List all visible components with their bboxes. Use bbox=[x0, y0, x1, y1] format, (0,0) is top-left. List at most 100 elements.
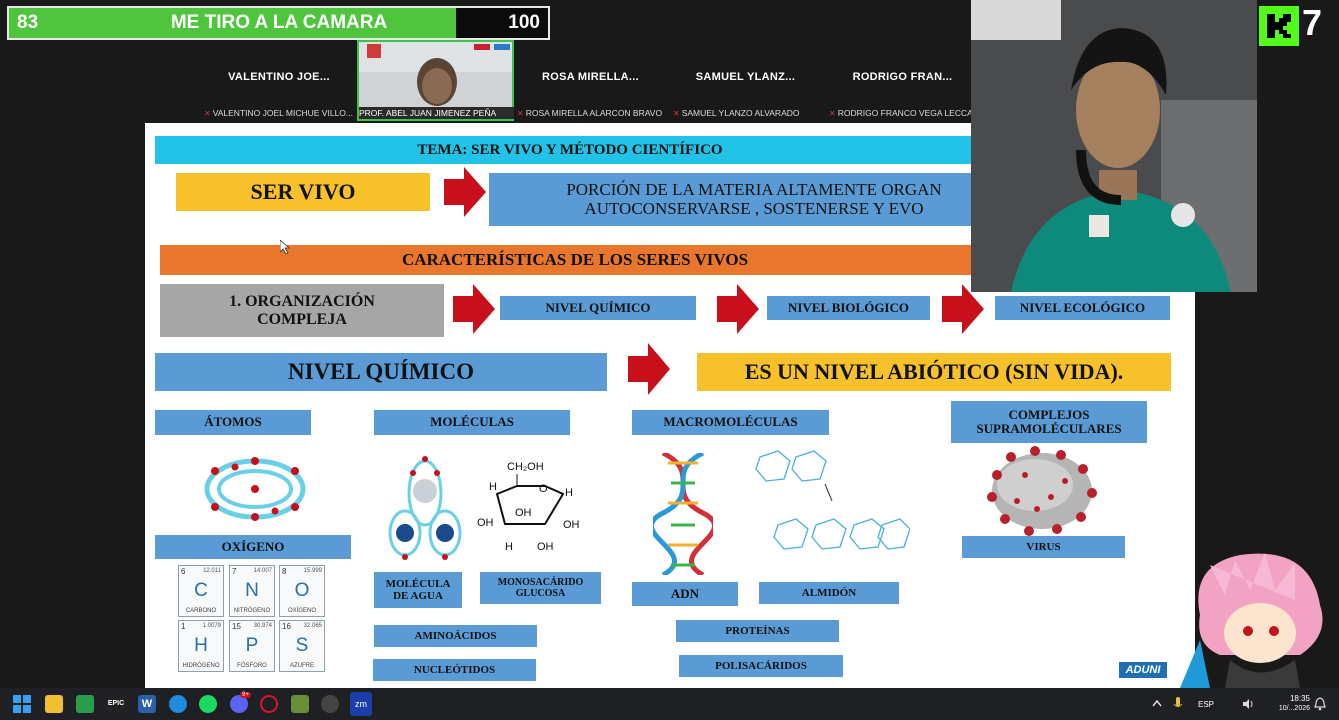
webcam-person-icon bbox=[971, 0, 1257, 292]
language-indicator[interactable]: ESP bbox=[1198, 700, 1214, 709]
atomic-number: 1 bbox=[181, 622, 186, 631]
microphone-icon[interactable] bbox=[1173, 697, 1183, 711]
edge-browser-icon[interactable] bbox=[169, 695, 187, 713]
file-explorer-icon[interactable] bbox=[45, 695, 63, 713]
element-symbol: O bbox=[294, 580, 310, 601]
monosacarido-line: MONOSACÁRIDO bbox=[497, 577, 584, 588]
element-name: NITRÓGENO bbox=[233, 608, 271, 614]
atomic-mass: 14.007 bbox=[253, 568, 272, 574]
slide-title: TEMA: SER VIVO Y MÉTODO CIENTÍFICO bbox=[155, 136, 985, 164]
windows-start-icon[interactable] bbox=[13, 695, 31, 713]
proteinas-label: PROTEÍNAS bbox=[676, 620, 839, 642]
abiotico-box: ES UN NIVEL ABIÓTICO (SIN VIDA). bbox=[697, 353, 1171, 391]
nivel-quimico-heading: NIVEL QUÍMICO bbox=[155, 353, 607, 391]
right-arrow-icon bbox=[453, 284, 495, 334]
word-icon[interactable]: W bbox=[138, 695, 156, 713]
organizacion-line: COMPLEJA bbox=[257, 310, 347, 328]
atomic-number: 7 bbox=[232, 567, 237, 576]
nivel-quimico-small: NIVEL QUÍMICO bbox=[500, 296, 696, 320]
participant-tile-name[interactable]: SAMUEL YLANZ... bbox=[683, 71, 808, 83]
right-arrow-icon bbox=[628, 343, 670, 395]
zoom-icon[interactable]: zm bbox=[350, 692, 372, 716]
progress-overlay: 83 ME TIRO A LA CAMARA 100 bbox=[7, 6, 550, 40]
opera-icon[interactable] bbox=[260, 695, 278, 713]
nivel-ecologico-box: NIVEL ECOLÓGICO bbox=[995, 296, 1170, 320]
element-tile: 7 14.007 N NITRÓGENO bbox=[229, 565, 275, 617]
chevron-up-icon[interactable] bbox=[1152, 699, 1162, 707]
element-tile: 8 15.999 O OXÍGENO bbox=[279, 565, 325, 617]
participant-label: ✕ VALENTINO JOEL MICHUE VILLO... bbox=[204, 107, 356, 119]
atomic-number: 16 bbox=[282, 622, 291, 631]
participant-full-name: RODRIGO FRANCO VEGA LECCA bbox=[837, 108, 972, 118]
atomic-mass: 15.999 bbox=[303, 568, 322, 574]
element-symbol: N bbox=[245, 580, 259, 601]
volume-icon[interactable] bbox=[1242, 698, 1254, 710]
participant-full-name: SAMUEL YLANZO ALVARADO bbox=[681, 108, 800, 118]
kick-k-icon bbox=[1267, 14, 1291, 38]
participant-label: ✕ ROSA MIRELLA ALARCON BRAVO bbox=[517, 107, 669, 119]
media-app-icon[interactable] bbox=[76, 695, 94, 713]
right-arrow-icon bbox=[717, 284, 759, 334]
participant-tile-name[interactable]: ROSA MIRELLA... bbox=[528, 71, 653, 83]
starch-structure-icon bbox=[755, 450, 910, 550]
monosacarido-line: GLUCOSA bbox=[515, 588, 566, 599]
complejos-label: COMPLEJOS SUPRAMOLÉCULARES bbox=[951, 401, 1147, 443]
obs-icon[interactable] bbox=[321, 695, 339, 713]
atomos-label: ÁTOMOS bbox=[155, 410, 311, 435]
polisacaridos-label: POLISACÁRIDOS bbox=[679, 655, 843, 677]
organizacion-box: 1. ORGANIZACIÓN COMPLEJA bbox=[160, 284, 444, 337]
element-name: CARBONO bbox=[185, 608, 217, 614]
kick-logo bbox=[1259, 6, 1299, 46]
element-symbol: P bbox=[245, 635, 259, 656]
notification-bell-icon[interactable] bbox=[1314, 697, 1326, 711]
dna-helix-icon bbox=[653, 453, 713, 575]
glucose-atom: O bbox=[539, 483, 548, 495]
glucose-atom: OH bbox=[563, 519, 580, 531]
organizacion-line: 1. ORGANIZACIÓN bbox=[229, 292, 375, 310]
minecraft-icon[interactable] bbox=[291, 695, 309, 713]
right-arrow-icon bbox=[444, 167, 486, 217]
glucose-atom: H bbox=[565, 487, 573, 499]
participant-full-name: VALENTINO JOEL MICHUE VILLO... bbox=[212, 108, 353, 118]
participant-full-name: ROSA MIRELLA ALARCON BRAVO bbox=[525, 108, 663, 118]
virus-label: VIRUS bbox=[962, 536, 1125, 558]
complejos-line: SUPRAMOLÉCULARES bbox=[976, 421, 1122, 436]
participant-full-name: PROF. ABEL JUAN JIMENEZ PEÑA bbox=[359, 108, 497, 118]
glucose-atom: H bbox=[489, 481, 497, 493]
atomic-number: 15 bbox=[232, 622, 241, 631]
participant-label: ✕ RODRIGO FRANCO VEGA LECCA bbox=[829, 107, 972, 119]
participant-tile-name[interactable]: VALENTINO JOE... bbox=[214, 71, 344, 83]
element-name: OXÍGENO bbox=[287, 608, 316, 614]
element-symbol: H bbox=[194, 635, 208, 656]
complejos-line: COMPLEJOS bbox=[1008, 406, 1090, 422]
nivel-biologico-box: NIVEL BIOLÓGICO bbox=[767, 296, 930, 320]
atomic-mass: 32.065 bbox=[303, 623, 322, 629]
glucose-atom: H bbox=[505, 541, 513, 553]
element-tile: 15 30.974 P FÓSFORO bbox=[229, 620, 275, 672]
epic-games-icon[interactable]: EPIC bbox=[107, 695, 125, 713]
almidon-label: ALMIDÓN bbox=[759, 582, 899, 604]
glucose-atom: OH bbox=[515, 507, 532, 519]
participant-tile-name[interactable]: RODRIGO FRAN... bbox=[840, 71, 965, 83]
spotify-icon[interactable] bbox=[199, 695, 217, 713]
clock-time[interactable]: 18:35 bbox=[1282, 694, 1310, 703]
participant-label: PROF. ABEL JUAN JIMENEZ PEÑA bbox=[359, 107, 514, 119]
oxygen-atom-icon bbox=[204, 457, 306, 521]
macromoleculas-label: MACROMOLÉCULAS bbox=[632, 410, 829, 435]
clock-date[interactable]: 10/...2026 bbox=[1262, 705, 1310, 712]
definition-line: AUTOCONSERVARSE , SOSTENERSE Y EVO bbox=[584, 198, 924, 218]
element-tile: 1 1.0079 H HIDRÓGENO bbox=[178, 620, 224, 672]
nucleotidos-label: NUCLEÓTIDOS bbox=[373, 659, 536, 681]
element-tile: 16 32.065 S AZUFRE bbox=[279, 620, 325, 672]
element-symbol: C bbox=[194, 580, 208, 601]
adn-label: ADN bbox=[632, 582, 738, 606]
element-tile: 6 12.011 C CARBONO bbox=[178, 565, 224, 617]
overlay-title: ME TIRO A LA CAMARA bbox=[170, 12, 388, 33]
glucose-atom: OH bbox=[537, 541, 554, 553]
monosacarido-label: MONOSACÁRIDO GLUCOSA bbox=[480, 572, 601, 604]
definition-line: PORCIÓN DE LA MATERIA ALTAMENTE ORGAN bbox=[566, 179, 942, 199]
moleculas-label: MOLÉCULAS bbox=[374, 410, 570, 435]
molecula-agua-line: MOLÉCULA bbox=[385, 577, 451, 590]
atomic-mass: 12.011 bbox=[203, 568, 221, 574]
mic-muted-icon: ✕ bbox=[204, 109, 211, 118]
